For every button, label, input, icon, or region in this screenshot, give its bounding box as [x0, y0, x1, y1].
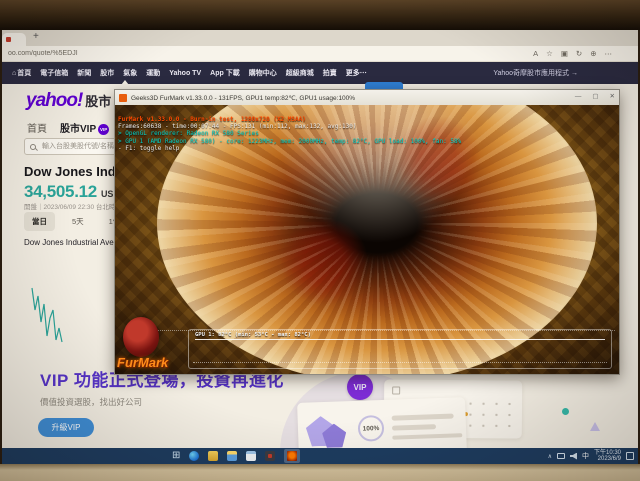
tray-chevron-icon[interactable]: ∧ [548, 453, 552, 460]
search-icon [30, 144, 36, 150]
furmark-stats-overlay: FurMark v1.33.0.0 - Burn-in test, 1280x7… [118, 116, 461, 152]
tray-display-icon[interactable] [557, 453, 565, 459]
nav-item-yahoo-tv[interactable]: Yahoo TV [169, 70, 201, 77]
tray-clock[interactable]: 下午10:30 2023/6/9 [594, 450, 621, 463]
taskbar-app-light-icon[interactable] [246, 451, 256, 461]
browser-tab[interactable] [2, 33, 26, 46]
close-button[interactable]: ✕ [610, 94, 615, 101]
placeholder-bar [392, 433, 462, 439]
gpu-temp-graph-label: GPU 1: 82°C (min: 53°C - max: 82°C) [195, 332, 311, 338]
yahoo-logo-suffix: 股市 [85, 91, 111, 110]
refresh-icon[interactable]: ↻ [576, 50, 582, 58]
nav-item-app-download[interactable]: App 下載 [210, 68, 240, 78]
collections-icon[interactable]: ▣ [561, 50, 568, 58]
placeholder-bar [392, 413, 454, 420]
tray-volume-icon[interactable] [570, 453, 577, 460]
tab-home[interactable]: 首頁 [27, 120, 47, 135]
tab-stock-vip[interactable]: 股市VIPVIP [60, 120, 109, 135]
tab-favicon [6, 37, 11, 42]
furmark-window-title: Geeks3D FurMark v1.33.0.0 - 131FPS, GPU1… [131, 94, 564, 102]
nav-item-auction[interactable]: 拍賣 [323, 68, 337, 78]
minimize-button[interactable]: — [575, 94, 582, 101]
yahoo-logo-row: yahoo! 股市 [26, 90, 111, 112]
range-tab-today[interactable]: 當日 [24, 212, 55, 231]
new-tab-button[interactable]: + [33, 31, 39, 42]
furmark-app-icon [119, 94, 127, 102]
illustration-teal-dot [562, 408, 569, 415]
home-icon: ⌂ [12, 70, 16, 77]
nav-item-home-label: 首頁 [17, 70, 31, 77]
overlay-line-renderer: > OpenGL renderer: Radeon RX 580 Series [118, 130, 461, 137]
taskbar-app-dark-icon[interactable] [265, 451, 275, 461]
vip-banner-subtitle: 價值投資選股，找出好公司 [40, 396, 142, 408]
overlay-line-frames: Frames:60638 - time:00:07:44 - FPS:131 (… [118, 123, 461, 130]
nav-item-stocks[interactable]: 股市 [100, 68, 114, 78]
overlay-line-gpu: > GPU 1 (AMD Radeon RX 580) - core: 1223… [118, 138, 461, 145]
browser-address-bar[interactable]: oo.com/quote/%5EDJI A ☆ ▣ ↻ ⊕ ⋯ [2, 46, 638, 62]
url-text[interactable]: oo.com/quote/%5EDJI [8, 50, 533, 57]
illustration-polygons [305, 409, 350, 451]
calendar-icon [392, 386, 400, 394]
range-tab-5d[interactable]: 5天 [64, 212, 92, 231]
furmark-render-area: FurMark v1.33.0.0 - Burn-in test, 1280x7… [115, 105, 619, 374]
furmark-titlebar[interactable]: Geeks3D FurMark v1.33.0.0 - 131FPS, GPU1… [115, 90, 619, 105]
nav-item-more[interactable]: 更多⋯ [346, 68, 367, 78]
overlay-line-burnin: FurMark v1.33.0.0 - Burn-in test, 1280x7… [118, 116, 461, 123]
screen: + oo.com/quote/%5EDJI A ☆ ▣ ↻ ⊕ ⋯ ⌂首頁 電子… [2, 30, 638, 464]
gpu-temp-graph: GPU 1: 82°C (min: 53°C - max: 82°C) [188, 329, 612, 369]
illustration-triangle [590, 422, 600, 431]
desk-keyboard [0, 464, 640, 481]
nav-item-news[interactable]: 新聞 [77, 68, 91, 78]
browser-toolbar-icons: A ☆ ▣ ↻ ⊕ ⋯ [533, 50, 612, 58]
nav-item-mail[interactable]: 電子信箱 [40, 68, 68, 78]
vip-badge: VIP [98, 124, 109, 135]
notification-center-icon[interactable] [626, 452, 634, 460]
yahoo-top-nav: ⌂首頁 電子信箱 新聞 股市 氣象 運動 Yahoo TV App 下載 購物中… [2, 62, 638, 84]
overlay-line-help: - F1: toggle help [118, 145, 461, 152]
taskbar-edge-icon[interactable] [189, 451, 199, 461]
taskbar-furmark-tile[interactable] [284, 449, 300, 463]
quote-price: 34,505.12 [24, 182, 97, 202]
nav-item-home[interactable]: ⌂首頁 [12, 68, 31, 78]
monitor-top-bezel [0, 0, 640, 30]
more-options-icon[interactable]: ⋯ [605, 50, 613, 58]
gpu-temp-curve [195, 339, 605, 340]
taskbar-app-yellow-icon[interactable] [208, 451, 218, 461]
extensions-icon[interactable]: ⊕ [590, 50, 596, 58]
percent-circle: 100% [358, 415, 385, 442]
yahoo-logo[interactable]: yahoo! [26, 90, 82, 112]
furmark-window: Geeks3D FurMark v1.33.0.0 - 131FPS, GPU1… [114, 89, 620, 375]
geeks3d-logo [123, 317, 159, 357]
nav-item-sports[interactable]: 運動 [146, 68, 160, 78]
nav-item-shopping[interactable]: 購物中心 [249, 68, 277, 78]
tab-stock-vip-label: 股市VIP [60, 124, 96, 135]
taskbar-file-explorer-icon[interactable] [227, 451, 237, 461]
quote-meta: 開盤｜2023/06/09 22:30 台北時間 [24, 201, 122, 211]
nav-promo-link[interactable]: Yahoo奇摩股市應用程式 → [493, 68, 578, 78]
tray-date: 2023/6/9 [594, 456, 621, 463]
photo-of-monitor: + oo.com/quote/%5EDJI A ☆ ▣ ↻ ⊕ ⋯ ⌂首頁 電子… [0, 0, 640, 481]
maximize-button[interactable]: ▢ [592, 94, 598, 101]
nav-item-weather[interactable]: 氣象 [123, 68, 137, 78]
placeholder-bars [392, 413, 463, 439]
stock-mini-chart [29, 280, 65, 350]
system-tray: ∧ 中 下午10:30 2023/6/9 [548, 448, 634, 464]
placeholder-bar [392, 424, 436, 431]
start-button[interactable]: ⊞ [172, 451, 180, 461]
upgrade-vip-button[interactable]: 升級VIP [38, 418, 94, 437]
tray-ime-label[interactable]: 中 [582, 451, 589, 461]
taskbar: ⊞ ∧ 中 下午10:30 2023/6/9 [2, 448, 638, 464]
favorites-star-icon[interactable]: ☆ [546, 50, 553, 58]
taskbar-furmark-icon [287, 451, 297, 461]
read-aloud-icon[interactable]: A [533, 50, 538, 58]
nav-item-mall[interactable]: 超級商城 [286, 68, 314, 78]
furmark-logo-text: FurMark [117, 355, 168, 370]
browser-tab-strip: + [2, 30, 638, 46]
